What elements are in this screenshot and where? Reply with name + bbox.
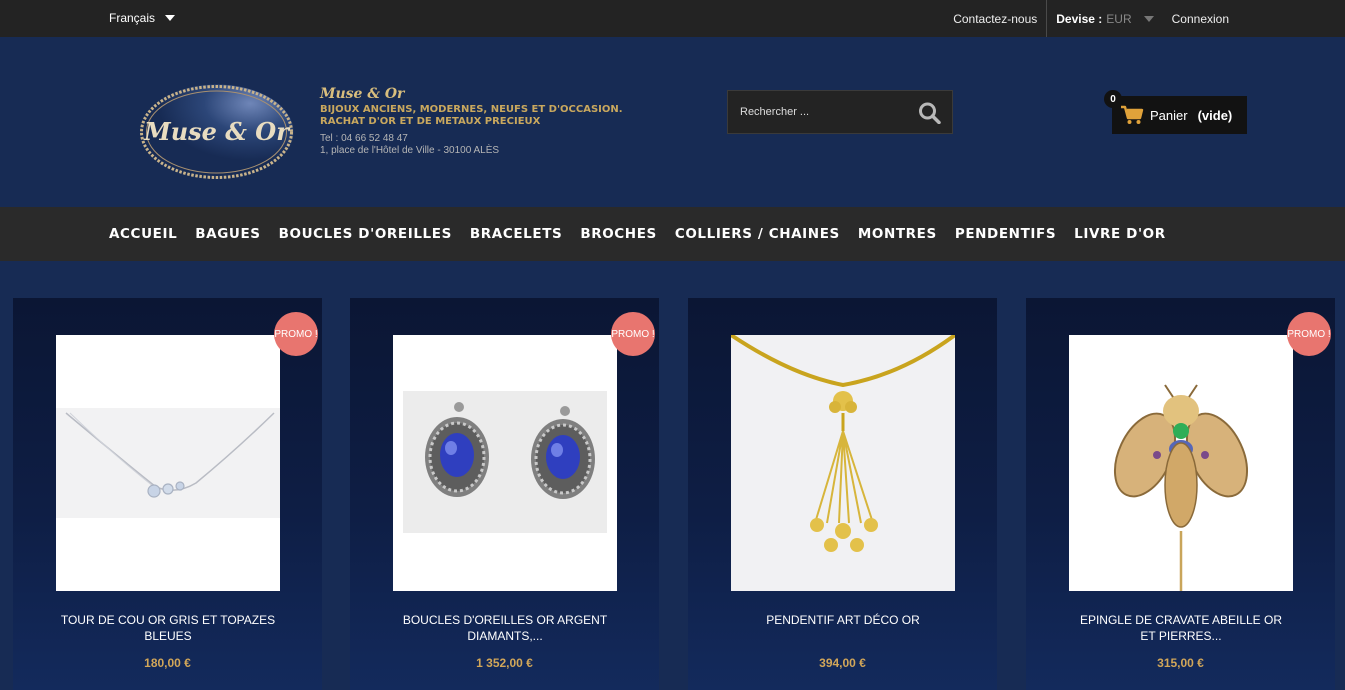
nav-item-bagues[interactable]: BAGUES: [195, 226, 260, 242]
product-image[interactable]: [731, 335, 955, 591]
nav-item-bracelets[interactable]: BRACELETS: [470, 226, 562, 242]
promo-badge: PROMO !: [611, 312, 655, 356]
nav-item-livre-or[interactable]: LIVRE D'OR: [1074, 226, 1166, 242]
logo-text: Muse & Or: [143, 117, 291, 146]
earrings-image: [403, 391, 607, 533]
language-selector[interactable]: Français: [109, 11, 176, 25]
nav-item-broches[interactable]: BROCHES: [580, 226, 657, 242]
product-price: 180,00 €: [144, 656, 191, 670]
logo[interactable]: Muse & Or: [138, 83, 295, 181]
bee-pin-image: [1113, 384, 1249, 591]
promo-badge: PROMO !: [274, 312, 318, 356]
product-card[interactable]: PROMO ! EPINGLE DE CRAVATE ABEILLE OR ET…: [1026, 298, 1335, 690]
search-box: [727, 90, 953, 134]
phone: Tel : 04 66 52 48 47: [320, 133, 408, 144]
product-price: 315,00 €: [1157, 656, 1204, 670]
promo-badge: PROMO !: [1287, 312, 1331, 356]
product-title-line-1: BOUCLES D'OREILLES OR ARGENT: [402, 613, 608, 627]
product-title-line-2: BLEUES: [144, 629, 192, 643]
product-card[interactable]: PROMO ! TOUR DE COU OR GRIS ET TOPAZES B…: [13, 298, 322, 690]
product-title[interactable]: PENDENTIF ART DÉCO OR: [728, 612, 958, 628]
top-right-links: Contactez-nous Devise : EUR Connexion: [944, 0, 1238, 37]
cart-icon: [1121, 105, 1144, 124]
search-icon[interactable]: [918, 102, 942, 124]
product-title[interactable]: BOUCLES D'OREILLES OR ARGENT DIAMANTS,..…: [390, 612, 620, 644]
tagline-1: BIJOUX ANCIENS, MODERNES, NEUFS ET D'OCC…: [320, 104, 623, 115]
brand-name: Muse & Or: [320, 86, 405, 102]
top-bar: Français Contactez-nous Devise : EUR Con…: [0, 0, 1345, 37]
language-label: Français: [109, 11, 156, 25]
contact-link[interactable]: Contactez-nous: [944, 12, 1046, 26]
currency-value: EUR: [1106, 11, 1132, 26]
pendant-image: [731, 335, 955, 552]
product-price: 394,00 €: [819, 656, 866, 670]
product-card[interactable]: PENDENTIF ART DÉCO OR 394,00 €: [688, 298, 997, 690]
cart-count-badge: 0: [1104, 90, 1122, 108]
product-title[interactable]: TOUR DE COU OR GRIS ET TOPAZES BLEUES: [53, 612, 283, 644]
product-title[interactable]: EPINGLE DE CRAVATE ABEILLE OR ET PIERRES…: [1066, 612, 1296, 644]
product-image[interactable]: [393, 335, 617, 591]
product-title-line-2: DIAMANTS,...: [467, 629, 543, 643]
nav-item-pendentifs[interactable]: PENDENTIFS: [955, 226, 1056, 242]
brand-block: Muse & Or BIJOUX ANCIENS, MODERNES, NEUF…: [320, 86, 660, 157]
product-card[interactable]: PROMO ! BOUCLES D'OREILLES OR ARGENT DIA…: [350, 298, 659, 690]
chevron-down-icon: [1143, 15, 1154, 22]
address: 1, place de l'Hôtel de Ville - 30100 ALÈ…: [320, 145, 500, 156]
cart-status: (vide): [1197, 107, 1233, 123]
tagline-2: RACHAT D'OR ET DE METAUX PRECIEUX: [320, 116, 541, 127]
product-price: 1 352,00 €: [476, 656, 533, 670]
currency-selector[interactable]: Devise : EUR: [1047, 12, 1162, 26]
product-title-line-1: EPINGLE DE CRAVATE ABEILLE OR: [1079, 613, 1283, 627]
nav-item-colliers-chaines[interactable]: COLLIERS / CHAINES: [675, 226, 840, 242]
search-input[interactable]: [728, 106, 908, 118]
chevron-down-icon: [165, 15, 176, 21]
cart-button[interactable]: 0 Panier (vide): [1104, 90, 1247, 134]
product-grid: PROMO ! TOUR DE COU OR GRIS ET TOPAZES B…: [13, 298, 1335, 690]
currency-label: Devise :: [1056, 11, 1103, 26]
product-image[interactable]: [56, 335, 280, 591]
nav-item-boucles-oreilles[interactable]: BOUCLES D'OREILLES: [279, 226, 452, 242]
necklace-image: [56, 408, 280, 518]
product-image[interactable]: [1069, 335, 1293, 591]
nav-item-accueil[interactable]: ACCUEIL: [109, 226, 177, 242]
main-nav: ACCUEIL BAGUES BOUCLES D'OREILLES BRACEL…: [0, 207, 1345, 261]
product-title-line-1: TOUR DE COU OR GRIS ET TOPAZES: [60, 613, 276, 627]
product-title-line-1: PENDENTIF ART DÉCO OR: [766, 613, 920, 627]
product-title-line-2: ET PIERRES...: [1140, 629, 1222, 643]
nav-item-montres[interactable]: MONTRES: [858, 226, 937, 242]
cart-label: Panier: [1150, 107, 1188, 123]
login-link[interactable]: Connexion: [1163, 12, 1238, 26]
